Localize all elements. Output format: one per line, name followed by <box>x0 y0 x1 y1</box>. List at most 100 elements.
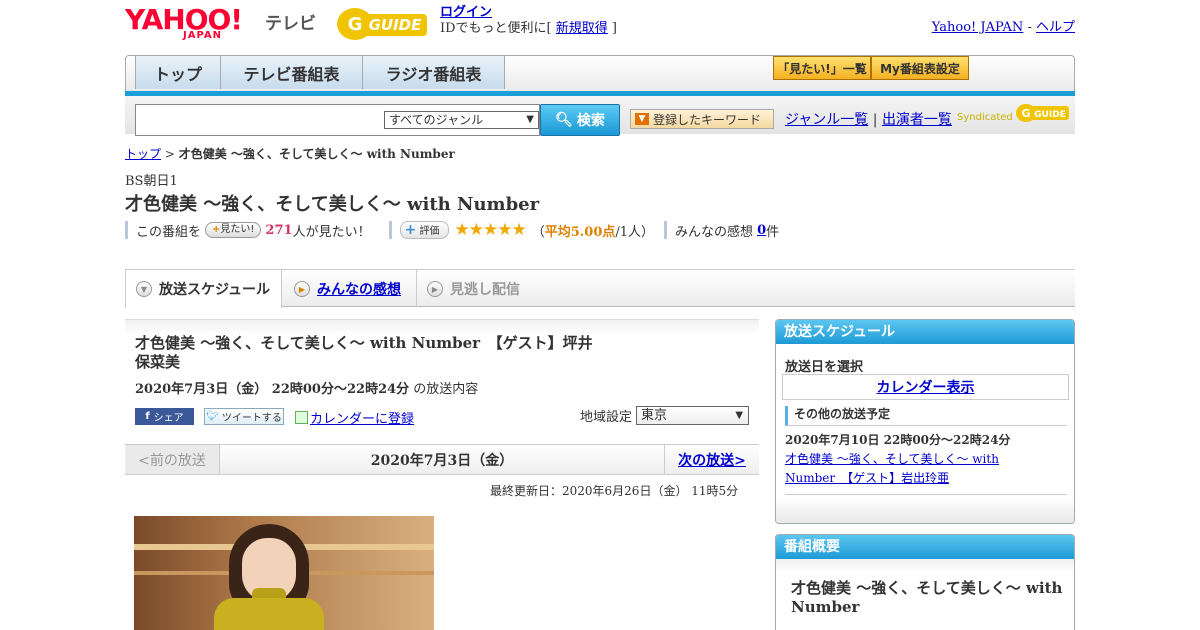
breadcrumb-top-link[interactable]: トップ <box>125 147 161 161</box>
broadcast-pager: <前の放送 2020年7月3日（金） 次の放送> <box>125 444 759 475</box>
region-label: 地域設定 <box>580 410 633 425</box>
calendar-register-link[interactable]: カレンダーに登録 <box>310 412 414 427</box>
mitai-prefix: この番組を <box>136 224 202 240</box>
current-broadcast-date: 2020年7月3日（金） <box>370 452 514 469</box>
mitai-button-label: 見たい! <box>220 224 255 235</box>
calendar-register: カレンダーに登録 <box>295 408 414 427</box>
login-link[interactable]: ログイン <box>440 5 492 20</box>
sidebar-footer <box>776 498 1074 523</box>
facebook-icon: f <box>145 411 150 422</box>
other-broadcast-date: 2020年7月10日 22時00分～22時24分 <box>785 433 1011 447</box>
program-photo <box>134 516 434 630</box>
mitai-button[interactable]: +見たい! <box>205 222 262 238</box>
syndicated-label: Syndicated <box>957 112 1013 123</box>
nav-tab-radio-schedule[interactable]: ラジオ番組表 <box>363 56 505 89</box>
region-select-value: 東京 <box>641 408 668 423</box>
genre-select[interactable]: すべてのジャンル ▼ <box>384 111 539 129</box>
genre-list-link[interactable]: ジャンル一覧 <box>785 112 868 128</box>
tab-broadcast-schedule[interactable]: ▼ 放送スケジュール <box>125 270 282 308</box>
mitai-count: 271 <box>265 222 293 238</box>
sidebar-schedule-header: 放送スケジュール <box>776 320 1074 344</box>
login-prompt: IDでもっと便利に[ <box>440 21 556 36</box>
episode-title: 才色健美 ～強く、そして美しく～ with Number 【ゲスト】坪井保菜美 <box>135 334 593 371</box>
rating-open: （ <box>531 224 545 240</box>
header-links: Yahoo! JAPAN - ヘルプ <box>932 16 1075 35</box>
yahoo-japan-link[interactable]: Yahoo! JAPAN <box>932 20 1024 35</box>
last-updated: 最終更新日：2020年6月26日（金） 11時5分 <box>490 484 739 498</box>
photo-top <box>214 598 324 630</box>
rate-button-label: 評価 <box>419 226 440 237</box>
meta-separator <box>388 221 392 239</box>
tweet-label: ツイートする <box>221 413 282 424</box>
search-icon: 🔍︎ <box>555 112 573 128</box>
performer-list-link[interactable]: 出演者一覧 <box>882 112 952 128</box>
content-tabs: ▼ 放送スケジュール ▶ みんなの感想 ▶ 見逃し配信 <box>125 269 1075 308</box>
region-select[interactable]: 東京 ▼ <box>636 406 750 425</box>
calendar-plus-icon <box>295 411 308 424</box>
dropdown-arrow-icon: ▼ <box>526 114 534 125</box>
svg-text:G: G <box>1021 107 1030 120</box>
svg-text:GUIDE: GUIDE <box>369 16 423 34</box>
episode-date: 2020年7月3日（金） 22時00分～22時24分 の放送内容 <box>135 378 478 397</box>
region-setting: 地域設定 東京 ▼ <box>580 406 750 425</box>
breadcrumb-current: 才色健美 ～強く、そして美しく～ with Number <box>178 147 455 161</box>
tab-label: 放送スケジュール <box>159 282 271 298</box>
calendar-display-cell: カレンダー表示 <box>782 374 1069 400</box>
login-box: ログイン IDでもっと便利に[ 新規取得 ] <box>440 5 617 37</box>
review-label: みんなの感想 <box>675 224 754 240</box>
facebook-share-button[interactable]: f シェア <box>135 408 194 425</box>
search-button[interactable]: 🔍︎ 検索 <box>540 104 620 136</box>
tab-catchup-stream: ▶ 見逃し配信 <box>417 270 567 307</box>
sidebar-summary-header: 番組概要 <box>776 535 1074 559</box>
mitai-list-button[interactable]: 「見たい!」一覧 <box>773 56 871 80</box>
rate-button[interactable]: + 評価 <box>399 221 449 239</box>
divider <box>785 494 1067 495</box>
select-date-label: 放送日を選択 <box>785 360 864 375</box>
sidebar-schedule: 放送スケジュール 放送日を選択 カレンダー表示 その他の放送予定 2020年7月… <box>775 319 1075 524</box>
help-link[interactable]: ヘルプ <box>1036 20 1075 35</box>
my-schedule-settings-button[interactable]: My番組表設定 <box>871 56 969 80</box>
tab-label[interactable]: みんなの感想 <box>317 279 401 299</box>
yahoo-japan-sublogo: JAPAN <box>183 30 222 41</box>
summary-title: 才色健美 ～強く、そして美しく～ with Number <box>791 579 1063 616</box>
search-bar: すべてのジャンル ▼ 🔍︎ 検索 ▼ 登録したキーワード ジャンル一覧 | 出演… <box>125 96 1075 136</box>
facebook-share-label: シェア <box>153 413 184 424</box>
rating-stars: ★★★★★ <box>454 220 527 240</box>
nav-tab-tv-schedule[interactable]: テレビ番組表 <box>221 56 363 89</box>
breadcrumb-sep: > <box>161 147 179 161</box>
sidebar-summary-body: 才色健美 ～強く、そして美しく～ with Number <box>776 559 1074 630</box>
gguide-logo[interactable]: G GUIDE <box>335 6 433 42</box>
tab-reviews[interactable]: ▶ みんなの感想 <box>282 270 417 307</box>
tweet-button[interactable]: 🐦︎ ツイートする <box>204 408 284 425</box>
tv-label[interactable]: テレビ <box>265 9 316 34</box>
signup-link[interactable]: 新規取得 <box>556 21 608 36</box>
episode-date-suffix: の放送内容 <box>409 382 479 397</box>
episode-datetime: 2020年7月3日（金） 22時00分～22時24分 <box>135 382 410 397</box>
search-button-label: 検索 <box>576 113 605 129</box>
registered-keyword-button[interactable]: ▼ 登録したキーワード <box>630 109 774 129</box>
play-arrow-icon: ▶ <box>427 280 443 297</box>
next-broadcast-cell: 次の放送> <box>664 445 759 474</box>
other-broadcast-item: 才色健美 ～強く、そして美しく～ with Number 【ゲスト】岩出玲亜 <box>785 450 1025 488</box>
program-title: 才色健美 ～強く、そして美しく～ with Number <box>125 194 540 215</box>
site-header: YAHOO! JAPAN テレビ G GUIDE ログイン IDでもっと便利に[… <box>125 4 1075 48</box>
plus-icon: + <box>404 222 417 238</box>
dropdown-arrow-icon: ▼ <box>735 410 744 421</box>
other-broadcasts-header: その他の放送予定 <box>785 406 1067 426</box>
review-count-link[interactable]: 0 <box>757 223 766 238</box>
genre-select-value: すべてのジャンル <box>389 113 484 127</box>
twitter-bird-icon: 🐦︎ <box>206 411 219 422</box>
registered-keyword-label: 登録したキーワード <box>653 112 762 127</box>
search-links: ジャンル一覧 | 出演者一覧 <box>785 109 952 129</box>
chevron-down-icon: ▼ <box>136 281 152 297</box>
nav-tab-top[interactable]: トップ <box>135 56 221 89</box>
program-meta: この番組を +見たい! 271 人が見たい！ + 評価 ★★★★★ （平均5.0… <box>125 220 779 240</box>
next-broadcast-link[interactable]: 次の放送> <box>678 450 746 470</box>
tab-label: 見逃し配信 <box>450 281 520 298</box>
calendar-display-link[interactable]: カレンダー表示 <box>877 377 975 397</box>
review-unit: 件 <box>766 224 780 240</box>
other-broadcast-link[interactable]: 才色健美 ～強く、そして美しく～ with Number 【ゲスト】岩出玲亜 <box>785 452 999 485</box>
meta-separator <box>664 221 668 239</box>
svg-text:GUIDE: GUIDE <box>1034 110 1066 120</box>
rating-average: 平均5.00点 <box>544 224 616 240</box>
